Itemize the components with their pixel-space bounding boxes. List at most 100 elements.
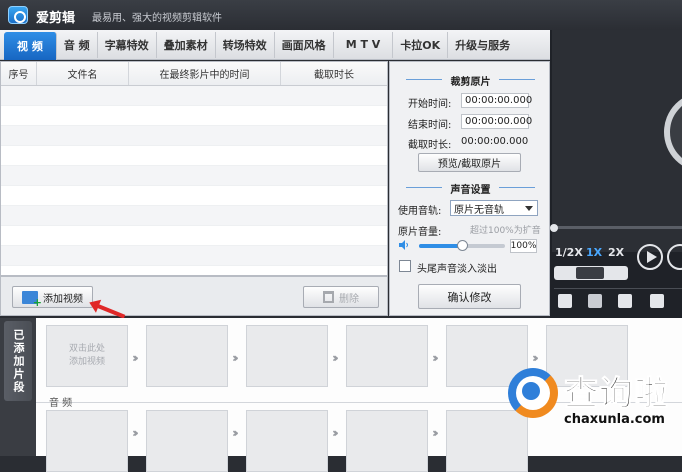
watermark-logo-icon [508,368,558,418]
audio-track-label: 使用音轨: [398,206,442,217]
video-list-table: 序号 文件名 在最终影片中的时间 截取时长 [0,61,388,276]
duration-value: 00:00:00.000 [461,136,529,147]
app-logo-icon [8,6,28,24]
delete-label: 删除 [339,293,359,305]
clip-settings-panel: 裁剪原片 开始时间: 00:00:00.000 结束时间: 00:00:00.0… [389,61,550,316]
app-slogan: 最易用、强大的视频剪辑软件 [92,13,222,24]
confirm-changes-button[interactable]: 确认修改 [418,284,521,309]
table-row [1,86,387,106]
chevron-right-icon: ››› [332,426,339,440]
preview-trim-button[interactable]: 预览/截取原片 [418,153,521,172]
speaker-icon[interactable] [399,240,409,250]
add-hint-line2: 添加视频 [68,357,105,367]
add-video-label: 添加视频 [43,293,83,305]
tab-subtitle-effects[interactable]: 字幕特效 [98,31,157,58]
table-header: 序号 文件名 在最终影片中的时间 截取时长 [1,62,387,86]
clip-slot[interactable] [246,325,328,387]
chevron-right-icon: ››› [332,351,339,365]
column-header-duration[interactable]: 截取时长 [281,62,387,85]
table-row [1,186,387,206]
export-icon[interactable] [558,294,572,308]
volume-slider-fill [419,244,462,248]
start-time-input[interactable]: 00:00:00.000 [461,93,532,108]
table-row [1,166,387,186]
tab-upgrade-service[interactable]: 升级与服务 [448,32,517,58]
tab-karaoke[interactable]: 卡拉OK [393,31,449,58]
volume-label: 原片音量: [398,227,442,238]
chevron-right-icon: ››› [132,426,139,440]
trash-icon [323,291,334,303]
start-time-label: 开始时间: [408,99,452,110]
trim-section-title: 裁剪原片 [390,73,551,88]
chevron-right-icon: ››› [432,351,439,365]
added-clips-tab[interactable]: 已添加片段 [4,321,32,401]
play-button[interactable] [637,244,663,270]
tab-picture-style[interactable]: 画面风格 [275,31,334,58]
app-title: 爱剪辑 [36,11,76,26]
audio-track-title: 音 频 [49,398,73,409]
table-row [1,226,387,246]
preview-player: 1/2X 1X 2X [550,30,682,318]
column-header-final-time[interactable]: 在最终影片中的时间 [129,62,281,85]
clip-slot[interactable] [346,325,428,387]
help-icon[interactable] [650,294,664,308]
speed-slider-handle[interactable] [576,267,604,279]
audio-slot[interactable] [146,410,228,472]
table-row [1,146,387,166]
column-header-filename[interactable]: 文件名 [37,62,129,85]
progress-handle[interactable] [550,224,558,232]
chevron-right-icon: ››› [132,351,139,365]
add-clip-slot[interactable]: 双击此处 添加视频 [46,325,128,387]
audio-slot[interactable] [246,410,328,472]
audio-track-value: 原片无音轨 [454,204,504,216]
end-time-label: 结束时间: [408,120,452,131]
tab-overlay-material[interactable]: 叠加素材 [157,31,216,58]
tab-video[interactable]: 视 频 [4,31,57,60]
speed-double[interactable]: 2X [608,246,624,259]
title-bar: 爱剪辑 最易用、强大的视频剪辑软件 [0,0,682,30]
preview-screen [552,30,682,252]
column-header-index[interactable]: 序号 [1,62,37,85]
main-tab-bar: 视 频 音 频 字幕特效 叠加素材 转场特效 画面风格 M T V 卡拉OK 升… [0,30,550,60]
speed-half[interactable]: 1/2X [555,246,583,259]
volume-slider[interactable] [419,240,505,251]
film-reel-icon [664,92,682,172]
clip-slot[interactable] [146,325,228,387]
volume-hint: 超过100%为扩音 [470,226,541,236]
speed-slider[interactable] [554,266,628,280]
chevron-right-icon: ››› [432,426,439,440]
watermark: 查询啦 chaxunla.com [500,362,682,456]
progress-track[interactable] [552,226,682,229]
tab-transition-effects[interactable]: 转场特效 [216,31,275,58]
audio-slot[interactable] [46,410,128,472]
speed-normal[interactable]: 1X [586,246,602,259]
add-hint-line1: 双击此处 [68,344,105,354]
save-icon[interactable] [618,294,632,308]
end-time-input[interactable]: 00:00:00.000 [461,114,532,129]
delete-button[interactable]: 删除 [303,286,379,308]
audio-section-title: 声音设置 [390,181,551,196]
watermark-url: chaxunla.com [564,412,665,427]
play-icon [647,251,657,263]
stop-button[interactable] [667,244,682,270]
tab-audio[interactable]: 音 频 [57,31,98,58]
table-row [1,126,387,146]
volume-value[interactable]: 100% [510,239,537,253]
fade-label: 头尾声音淡入淡出 [417,264,497,275]
duration-label: 截取时长: [408,140,452,151]
table-row [1,246,387,266]
folder-icon[interactable] [588,294,602,308]
audio-track-select[interactable]: 原片无音轨 [450,200,538,216]
table-row [1,106,387,126]
fade-checkbox[interactable] [399,260,411,272]
add-film-icon [22,290,42,309]
table-body [1,86,387,266]
table-row [1,206,387,226]
tab-mtv[interactable]: M T V [334,31,394,58]
volume-slider-handle[interactable] [457,240,468,251]
add-video-button[interactable]: 添加视频 [12,286,93,309]
list-action-bar: 添加视频 删除 [0,276,388,316]
audio-slot[interactable] [346,410,428,472]
player-divider [554,288,682,289]
chevron-right-icon: ››› [232,351,239,365]
